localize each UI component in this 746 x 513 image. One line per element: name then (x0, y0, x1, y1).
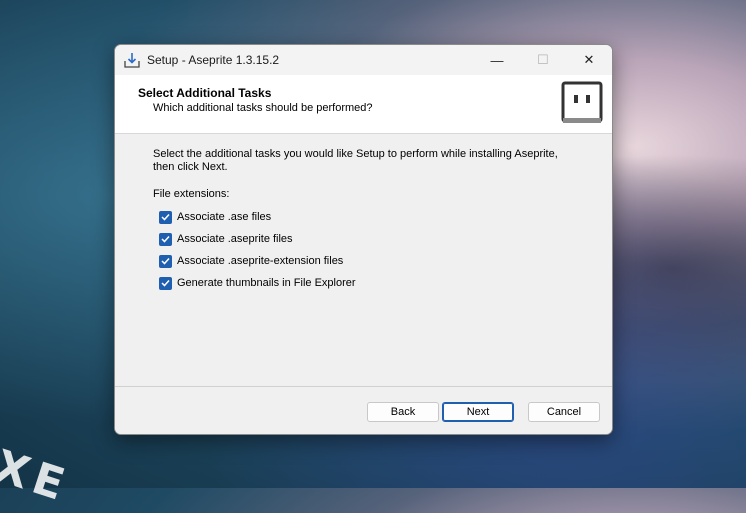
file-extensions-label: File extensions: (153, 188, 230, 200)
task-label: Generate thumbnails in File Explorer (177, 277, 356, 289)
task-checkbox[interactable] (159, 232, 172, 246)
page-title: Select Additional Tasks (138, 86, 272, 100)
checkmark-icon (161, 279, 170, 287)
checkmark-icon (161, 235, 170, 243)
task-associate-ase[interactable]: Associate .ase files (159, 209, 271, 225)
minimize-icon: — (490, 52, 504, 68)
wizard-content: Select the additional tasks you would li… (115, 134, 612, 386)
cancel-button[interactable]: Cancel (528, 402, 600, 422)
task-checkbox[interactable] (159, 254, 172, 268)
aseprite-logo-icon (560, 80, 604, 126)
task-checkbox[interactable] (159, 276, 172, 290)
close-button[interactable]: ✕ (566, 45, 612, 75)
task-associate-aseprite[interactable]: Associate .aseprite files (159, 231, 293, 247)
checkmark-icon (161, 257, 170, 265)
wizard-header: Select Additional Tasks Which additional… (115, 75, 612, 134)
maximize-button[interactable]: ☐ (520, 45, 566, 75)
setup-window: Setup - Aseprite 1.3.15.2 — ☐ ✕ Select A… (114, 44, 613, 435)
task-label: Associate .aseprite-extension files (177, 255, 344, 267)
close-icon: ✕ (583, 52, 595, 67)
checkmark-icon (161, 213, 170, 221)
page-subtitle: Which additional tasks should be perform… (153, 102, 373, 114)
next-button[interactable]: Next (442, 402, 514, 422)
back-button[interactable]: Back (367, 402, 439, 422)
task-label: Associate .aseprite files (177, 233, 293, 245)
task-generate-thumbnails[interactable]: Generate thumbnails in File Explorer (159, 275, 356, 291)
wizard-footer: Back Next Cancel (115, 387, 612, 434)
task-associate-aseprite-extension[interactable]: Associate .aseprite-extension files (159, 253, 343, 269)
task-checkbox[interactable] (159, 210, 172, 224)
window-title: Setup - Aseprite 1.3.15.2 (147, 53, 280, 67)
maximize-icon: ☐ (537, 52, 549, 67)
instructions-text: Select the additional tasks you would li… (153, 148, 558, 173)
title-bar[interactable]: Setup - Aseprite 1.3.15.2 — ☐ ✕ (115, 45, 612, 75)
minimize-button[interactable]: — (474, 45, 520, 75)
task-label: Associate .ase files (177, 211, 272, 223)
installer-download-icon (123, 51, 141, 69)
